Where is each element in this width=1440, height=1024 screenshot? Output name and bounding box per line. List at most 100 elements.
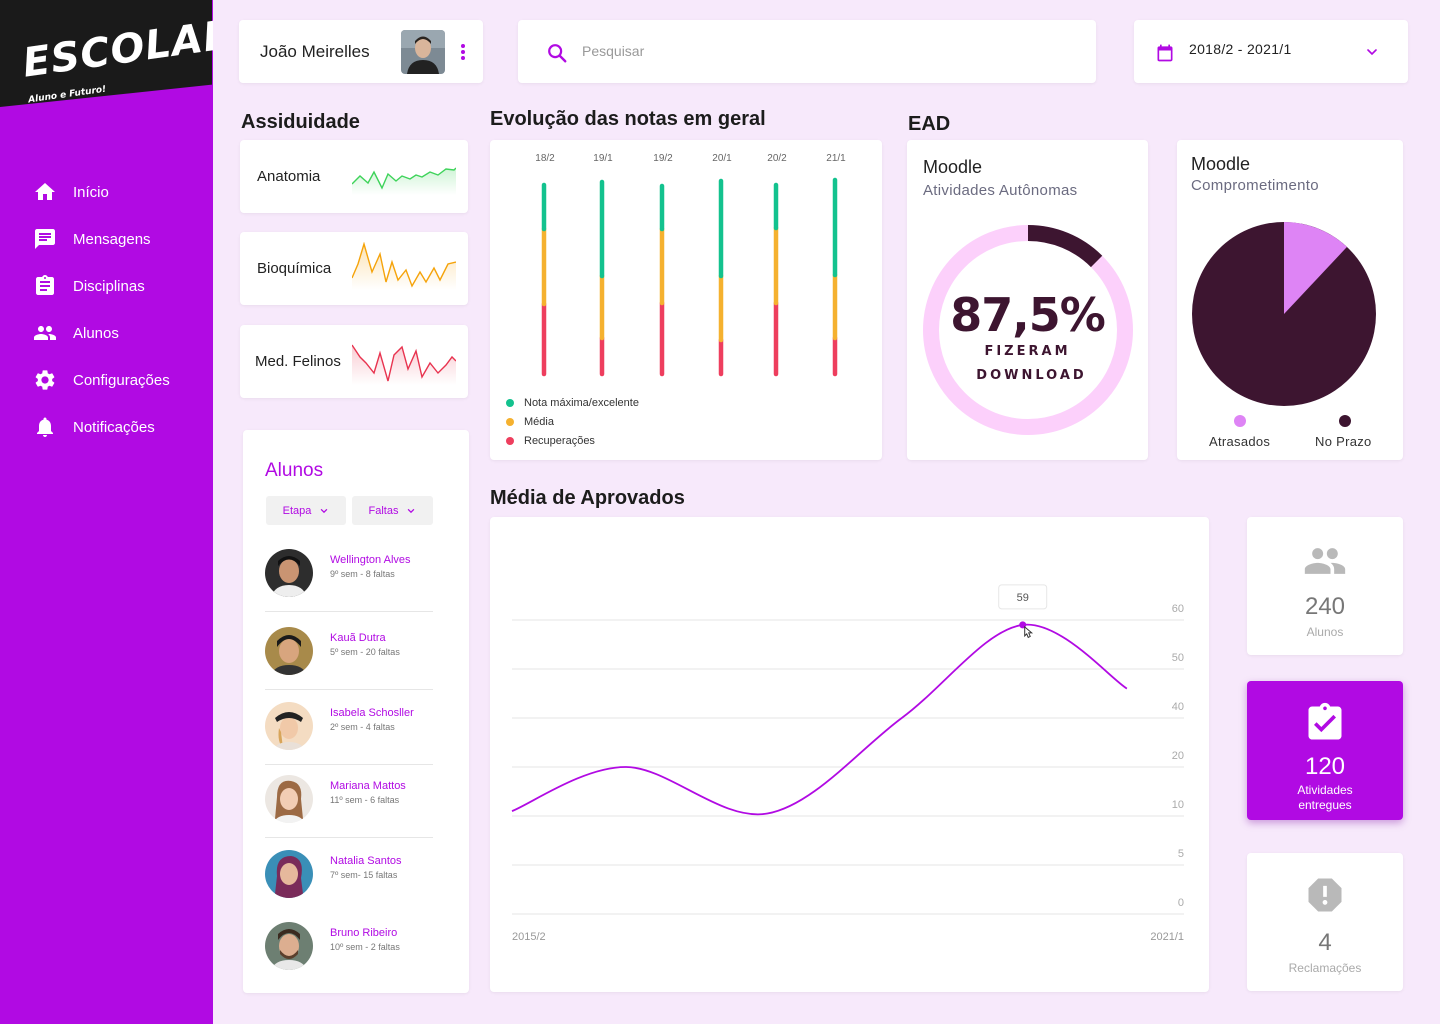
- avatar: [265, 850, 313, 898]
- avatar-image: [265, 549, 313, 597]
- x-tick-label: 20/2: [767, 153, 787, 164]
- sidebar-item-alunos[interactable]: Alunos: [33, 321, 170, 345]
- search-bar: [518, 20, 1096, 83]
- gear-icon: [35, 370, 55, 390]
- sidebar-item-configuracoes[interactable]: Configurações: [33, 368, 170, 392]
- moodle-atividades-card: Moodle Atividades Autônomas 87,5% FIZERA…: [907, 140, 1148, 460]
- assiduidade-card-anatomia[interactable]: Anatomia: [240, 140, 468, 213]
- stat-label: Alunos: [1306, 625, 1344, 639]
- sparkline-bioquimica: [352, 242, 456, 290]
- user-avatar-image: [401, 30, 445, 74]
- chevron-down-icon: [321, 508, 328, 513]
- student-item[interactable]: Wellington Alves 9º sem - 8 faltas: [265, 549, 433, 621]
- assiduidade-card-bioquimica[interactable]: Bioquímica: [240, 232, 468, 305]
- avatar: [265, 627, 313, 675]
- student-info: 10º sem - 2 faltas: [330, 942, 400, 952]
- legend-dot: [506, 437, 514, 445]
- sidebar-item-label: Disciplinas: [73, 277, 145, 295]
- clipboard-icon: [36, 275, 54, 295]
- legend-label: Recuperações: [524, 435, 595, 447]
- y-tick-label: 10: [1172, 799, 1184, 811]
- legend-dot: [1339, 415, 1351, 427]
- sidebar-item-label: Alunos: [73, 324, 119, 342]
- y-tick-label: 40: [1172, 701, 1184, 713]
- search-icon[interactable]: [546, 42, 568, 64]
- chevron-down-icon[interactable]: [1364, 44, 1380, 60]
- series-line: [511, 623, 1128, 816]
- clipboard-check-icon: [1308, 702, 1342, 740]
- avatar: [265, 922, 313, 970]
- student-item[interactable]: Kauã Dutra 5º sem - 20 faltas: [265, 627, 433, 699]
- stat-reclamacoes[interactable]: 4 Reclamações: [1247, 853, 1403, 991]
- y-tick-label: 5: [1178, 848, 1184, 860]
- evolucao-chart: 18/2 19/1 19/2 20/1 20/2 21/1: [535, 153, 846, 377]
- legend-item: Nota máxima/excelente: [506, 397, 639, 409]
- sidebar-item-mensagens[interactable]: Mensagens: [33, 227, 170, 251]
- stat-value: 120: [1304, 753, 1346, 780]
- sidebar-item-notificacoes[interactable]: Notificações: [33, 415, 170, 439]
- avatar: [265, 775, 313, 823]
- student-name: Mariana Mattos: [330, 780, 406, 792]
- divider: [265, 689, 433, 690]
- student-item[interactable]: Bruno Ribeiro 10º sem - 2 faltas: [265, 922, 433, 994]
- student-name: Isabela Schosller: [330, 707, 414, 719]
- avatar: [265, 702, 313, 750]
- donut-label-1: FIZERAM: [984, 344, 1071, 359]
- home-icon: [35, 183, 55, 200]
- avatar-image: [265, 850, 313, 898]
- student-info: 9º sem - 8 faltas: [330, 569, 395, 579]
- student-item[interactable]: Mariana Mattos 11º sem - 6 faltas: [265, 775, 433, 847]
- message-icon: [35, 229, 55, 249]
- student-name: Bruno Ribeiro: [330, 927, 398, 939]
- legend-dot: [506, 399, 514, 407]
- sidebar-item-disciplinas[interactable]: Disciplinas: [33, 274, 170, 298]
- avatar-image: [265, 702, 313, 750]
- sidebar-item-label: Início: [73, 183, 109, 201]
- alunos-card: Alunos Etapa Faltas Wellington Alves 9º …: [243, 430, 469, 993]
- x-tick-label: 19/1: [593, 153, 613, 164]
- discipline-label: Anatomia: [257, 168, 321, 185]
- chevron-down-icon: [408, 508, 415, 513]
- student-item[interactable]: Natalia Santos 7º sem- 15 faltas: [265, 850, 433, 922]
- legend-label-no-prazo: No Prazo: [1315, 434, 1372, 449]
- sparkline-anatomia: [352, 167, 456, 195]
- sidebar-item-label: Mensagens: [73, 230, 151, 248]
- more-vert-icon[interactable]: [458, 43, 468, 61]
- student-info: 7º sem- 15 faltas: [330, 870, 398, 880]
- stat-atividades[interactable]: 120 Atividades entregues: [1247, 681, 1403, 820]
- people-icon: [34, 326, 56, 340]
- user-card: João Meirelles: [239, 20, 483, 83]
- legend-label-atrasados: Atrasados: [1209, 434, 1271, 449]
- y-tick-label: 20: [1172, 750, 1184, 762]
- student-info: 11º sem - 6 faltas: [330, 795, 400, 805]
- media-chart: 6050402010502015/2 2021/159: [511, 584, 1184, 943]
- divider: [265, 611, 433, 612]
- donut-segment: [1027, 225, 1103, 268]
- student-item[interactable]: Isabela Schosller 2º sem - 4 faltas: [265, 702, 433, 774]
- search-input[interactable]: [582, 38, 1062, 64]
- avatar: [265, 549, 313, 597]
- sidebar-nav: Início Mensagens Disciplinas Alunos Conf…: [33, 180, 170, 462]
- moodle-comprometimento-card: Moodle Comprometimento Atrasados No Praz…: [1177, 140, 1403, 460]
- bell-icon: [37, 417, 53, 437]
- legend-dot: [1234, 415, 1246, 427]
- filter-faltas[interactable]: Faltas: [352, 496, 433, 525]
- divider: [265, 764, 433, 765]
- x-tick-label: 2015/2: [512, 931, 546, 943]
- assiduidade-card-med-felinos[interactable]: Med. Felinos: [240, 325, 468, 398]
- sidebar-item-label: Configurações: [73, 371, 170, 389]
- y-tick-label: 50: [1172, 652, 1184, 664]
- filter-label: Faltas: [368, 504, 399, 517]
- alunos-title: Alunos: [265, 460, 324, 481]
- filter-etapa[interactable]: Etapa: [266, 496, 346, 525]
- discipline-label: Bioquímica: [257, 260, 332, 277]
- stat-value: 4: [1318, 929, 1332, 956]
- period-selector[interactable]: 2018/2 - 2021/1: [1134, 20, 1408, 83]
- logo[interactable]: ESCOLAR Aluno e Futuro!: [0, 0, 213, 130]
- sidebar-item-inicio[interactable]: Início: [33, 180, 170, 204]
- ead-title: EAD: [908, 113, 951, 135]
- user-avatar[interactable]: [401, 30, 445, 74]
- avatar-image: [265, 775, 313, 823]
- discipline-label: Med. Felinos: [255, 353, 341, 370]
- stat-alunos[interactable]: 240 Alunos: [1247, 517, 1403, 655]
